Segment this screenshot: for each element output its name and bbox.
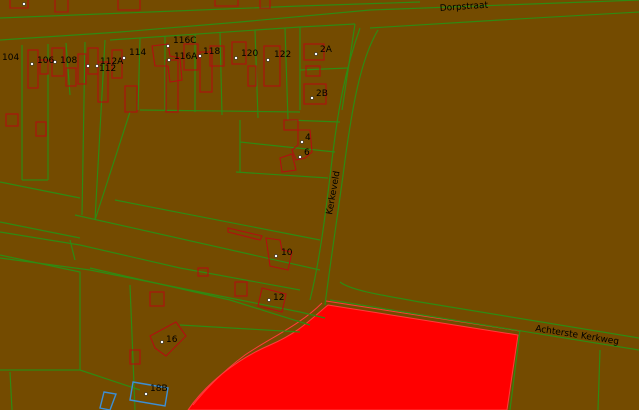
house-number-120: 120 (241, 49, 258, 59)
house-number-118: 118 (203, 47, 220, 57)
house-number-122: 122 (274, 50, 291, 60)
house-number-6: 6 (304, 148, 310, 158)
house-number-2a: 2A (320, 45, 333, 55)
house-number-4: 4 (305, 133, 311, 143)
house-number-10: 10 (281, 248, 293, 258)
house-number-2b: 2B (316, 89, 328, 99)
house-number-108: 108 (60, 56, 77, 66)
house-number-116c: 116C (173, 36, 196, 46)
house-number-16: 16 (166, 335, 178, 345)
house-number-114: 114 (129, 48, 146, 58)
house-number-112a: 112A (100, 57, 124, 67)
cadastral-map[interactable]: Dorpstraat Kerkeveld Achterste Kerkweg 1… (0, 0, 639, 410)
house-number-18b: 18B (150, 384, 168, 394)
house-number-106: 106 (37, 56, 54, 66)
house-number-104: 104 (2, 53, 19, 63)
house-number-116a: 116A (174, 52, 198, 62)
house-number-12: 12 (273, 293, 284, 303)
